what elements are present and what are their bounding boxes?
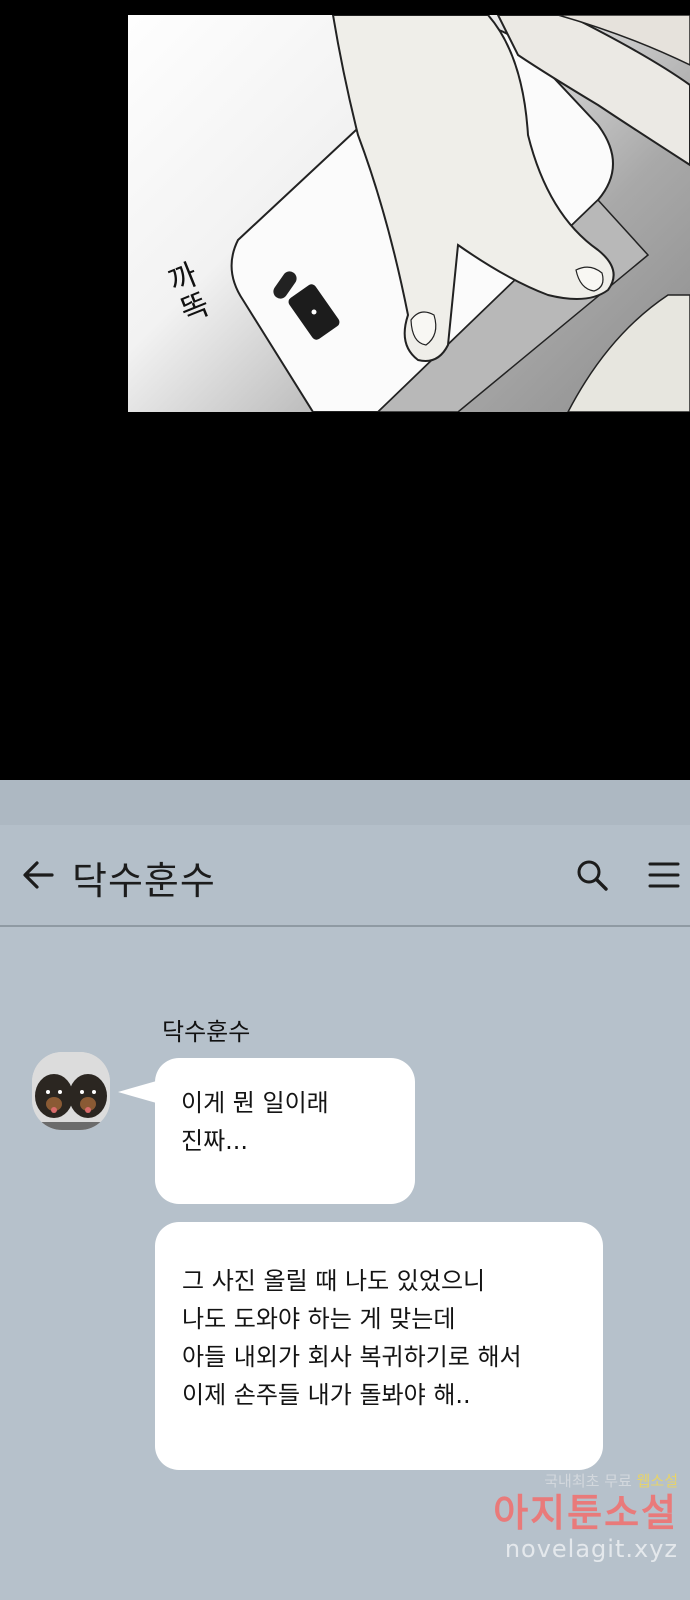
watermark: 국내최초 무료 웹소설 아지툰소설 novelagit.xyz	[493, 1470, 678, 1563]
chat-app-bar: 닥수훈수	[0, 825, 690, 927]
message-bubble[interactable]: 그 사진 올릴 때 나도 있었으니 나도 도와야 하는 게 맞는데 아들 내외가…	[155, 1222, 603, 1470]
watermark-tagline: 국내최초 무료 웹소설	[493, 1470, 678, 1491]
status-bar	[0, 780, 690, 825]
avatar[interactable]	[32, 1052, 110, 1130]
arrow-left-icon[interactable]	[22, 860, 56, 890]
comic-panel	[128, 15, 690, 412]
chat-screen: 닥수훈수 닥수훈수 이게 뭔 일이래 진짜... 그 사진 올릴 때 나도 있었…	[0, 780, 690, 1600]
chat-title: 닥수훈수	[72, 859, 216, 903]
watermark-tagline-b: 웹소설	[636, 1472, 678, 1490]
watermark-url: novelagit.xyz	[504, 1535, 678, 1563]
dogs-avatar-image	[32, 1052, 110, 1130]
hamburger-menu-icon[interactable]	[648, 861, 680, 889]
watermark-brand: 아지툰소설	[493, 1491, 678, 1535]
sender-name: 닥수훈수	[162, 1018, 251, 1046]
hand-phone-illustration	[230, 15, 690, 412]
search-icon[interactable]	[576, 859, 608, 891]
bubble-tail	[118, 1080, 160, 1104]
watermark-tagline-a: 국내최초 무료	[544, 1472, 632, 1490]
message-bubble[interactable]: 이게 뭔 일이래 진짜...	[155, 1058, 415, 1204]
